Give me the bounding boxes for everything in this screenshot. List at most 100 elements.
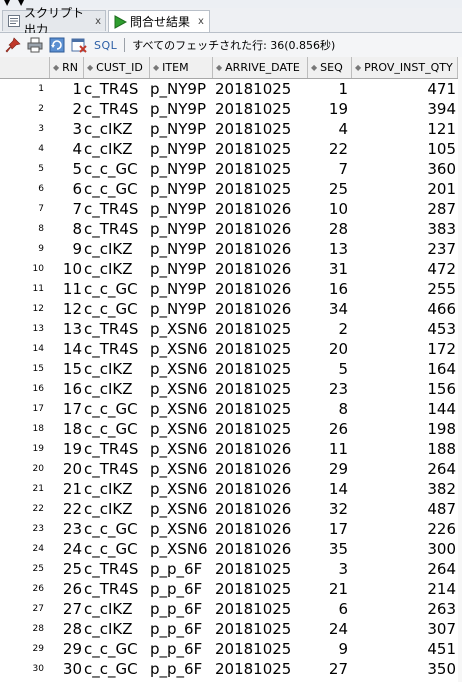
row-number[interactable]: 11 xyxy=(0,279,46,299)
cell-rn[interactable]: 27 xyxy=(50,599,82,619)
cell-cust-id[interactable]: c_TR4S xyxy=(84,339,148,359)
row-number[interactable]: 12 xyxy=(0,299,46,319)
row-number[interactable]: 20 xyxy=(0,459,46,479)
cell-cust-id[interactable]: c_c_GC xyxy=(84,519,148,539)
cell-item[interactable]: p_NY9P xyxy=(150,279,214,299)
cell-cust-id[interactable]: c_c_GC xyxy=(84,639,148,659)
cell-seq[interactable]: 4 xyxy=(310,119,348,139)
cell-arrive-date[interactable]: 20181026 xyxy=(215,539,308,559)
row-number[interactable]: 18 xyxy=(0,419,46,439)
cell-seq[interactable]: 13 xyxy=(310,239,348,259)
table-row[interactable]: 29 29 c_c_GC p_p_6F 20181025 9 451 xyxy=(0,639,462,659)
cell-seq[interactable]: 25 xyxy=(310,179,348,199)
row-number[interactable]: 6 xyxy=(0,179,46,199)
row-number[interactable]: 30 xyxy=(0,659,46,679)
cell-prov-inst-qty[interactable]: 226 xyxy=(362,519,456,539)
cell-seq[interactable]: 7 xyxy=(310,159,348,179)
cell-item[interactable]: p_NY9P xyxy=(150,159,214,179)
table-row[interactable]: 9 9 c_cIKZ p_NY9P 20181026 13 237 xyxy=(0,239,462,259)
cell-rn[interactable]: 21 xyxy=(50,479,82,499)
cell-prov-inst-qty[interactable]: 172 xyxy=(362,339,456,359)
cell-rn[interactable]: 24 xyxy=(50,539,82,559)
cell-cust-id[interactable]: c_cIKZ xyxy=(84,619,148,639)
cell-item[interactable]: p_XSN6 xyxy=(150,459,214,479)
cell-arrive-date[interactable]: 20181025 xyxy=(215,179,308,199)
cell-seq[interactable]: 19 xyxy=(310,99,348,119)
row-number[interactable]: 1 xyxy=(0,79,46,99)
tab-script-output[interactable]: スクリプト出力 x xyxy=(2,6,106,37)
cell-cust-id[interactable]: c_cIKZ xyxy=(84,379,148,399)
cell-item[interactable]: p_NY9P xyxy=(150,139,214,159)
cell-item[interactable]: p_NY9P xyxy=(150,299,214,319)
cell-arrive-date[interactable]: 20181025 xyxy=(215,339,308,359)
cell-item[interactable]: p_XSN6 xyxy=(150,479,214,499)
cell-item[interactable]: p_p_6F xyxy=(150,619,214,639)
table-row[interactable]: 30 30 c_c_GC p_p_6F 20181025 27 350 xyxy=(0,659,462,679)
cell-cust-id[interactable]: c_cIKZ xyxy=(84,479,148,499)
cell-seq[interactable]: 32 xyxy=(310,499,348,519)
cell-arrive-date[interactable]: 20181025 xyxy=(215,319,308,339)
table-row[interactable]: 4 4 c_cIKZ p_NY9P 20181025 22 105 xyxy=(0,139,462,159)
cell-cust-id[interactable]: c_TR4S xyxy=(84,79,148,99)
cell-prov-inst-qty[interactable]: 453 xyxy=(362,319,456,339)
cell-item[interactable]: p_NY9P xyxy=(150,179,214,199)
cell-item[interactable]: p_XSN6 xyxy=(150,399,214,419)
cell-item[interactable]: p_p_6F xyxy=(150,559,214,579)
cell-prov-inst-qty[interactable]: 287 xyxy=(362,199,456,219)
cell-seq[interactable]: 9 xyxy=(310,639,348,659)
cell-arrive-date[interactable]: 20181026 xyxy=(215,299,308,319)
cell-rn[interactable]: 13 xyxy=(50,319,82,339)
cell-rn[interactable]: 18 xyxy=(50,419,82,439)
cell-arrive-date[interactable]: 20181025 xyxy=(215,99,308,119)
row-number[interactable]: 10 xyxy=(0,259,46,279)
cell-cust-id[interactable]: c_cIKZ xyxy=(84,499,148,519)
cell-seq[interactable]: 20 xyxy=(310,339,348,359)
cell-cust-id[interactable]: c_TR4S xyxy=(84,319,148,339)
cell-seq[interactable]: 35 xyxy=(310,539,348,559)
cell-rn[interactable]: 20 xyxy=(50,459,82,479)
cell-prov-inst-qty[interactable]: 471 xyxy=(362,79,456,99)
cell-item[interactable]: p_XSN6 xyxy=(150,519,214,539)
cell-cust-id[interactable]: c_c_GC xyxy=(84,539,148,559)
cell-seq[interactable]: 17 xyxy=(310,519,348,539)
dropdown-arrow-icon[interactable]: ▼ xyxy=(4,0,10,7)
cell-rn[interactable]: 8 xyxy=(50,219,82,239)
cell-prov-inst-qty[interactable]: 350 xyxy=(362,659,456,679)
cell-arrive-date[interactable]: 20181026 xyxy=(215,219,308,239)
column-header-item[interactable]: ◆ ITEM xyxy=(150,57,213,78)
cell-item[interactable]: p_XSN6 xyxy=(150,379,214,399)
cell-arrive-date[interactable]: 20181026 xyxy=(215,239,308,259)
row-number[interactable]: 15 xyxy=(0,359,46,379)
cell-prov-inst-qty[interactable]: 105 xyxy=(362,139,456,159)
vertical-scrollbar[interactable] xyxy=(458,57,462,682)
row-number[interactable]: 21 xyxy=(0,479,46,499)
cell-cust-id[interactable]: c_TR4S xyxy=(84,99,148,119)
tab-query-result[interactable]: 問合せ結果 x xyxy=(108,10,210,32)
cell-seq[interactable]: 2 xyxy=(310,319,348,339)
cell-cust-id[interactable]: c_TR4S xyxy=(84,559,148,579)
cell-arrive-date[interactable]: 20181026 xyxy=(215,439,308,459)
table-row[interactable]: 21 21 c_cIKZ p_XSN6 20181026 14 382 xyxy=(0,479,462,499)
cell-arrive-date[interactable]: 20181026 xyxy=(215,459,308,479)
table-row[interactable]: 23 23 c_c_GC p_XSN6 20181026 17 226 xyxy=(0,519,462,539)
row-number[interactable]: 27 xyxy=(0,599,46,619)
cell-cust-id[interactable]: c_cIKZ xyxy=(84,359,148,379)
cell-seq[interactable]: 26 xyxy=(310,419,348,439)
cell-arrive-date[interactable]: 20181025 xyxy=(215,619,308,639)
row-number[interactable]: 5 xyxy=(0,159,46,179)
cell-cust-id[interactable]: c_c_GC xyxy=(84,279,148,299)
cell-arrive-date[interactable]: 20181025 xyxy=(215,419,308,439)
cell-arrive-date[interactable]: 20181025 xyxy=(215,639,308,659)
cell-prov-inst-qty[interactable]: 394 xyxy=(362,99,456,119)
cell-prov-inst-qty[interactable]: 300 xyxy=(362,539,456,559)
cell-arrive-date[interactable]: 20181026 xyxy=(215,279,308,299)
cell-seq[interactable]: 34 xyxy=(310,299,348,319)
cell-arrive-date[interactable]: 20181025 xyxy=(215,579,308,599)
row-number[interactable]: 3 xyxy=(0,119,46,139)
refresh-icon[interactable] xyxy=(48,36,66,54)
cell-seq[interactable]: 23 xyxy=(310,379,348,399)
cell-seq[interactable]: 24 xyxy=(310,619,348,639)
cell-prov-inst-qty[interactable]: 156 xyxy=(362,379,456,399)
row-number[interactable]: 25 xyxy=(0,559,46,579)
cell-prov-inst-qty[interactable]: 383 xyxy=(362,219,456,239)
